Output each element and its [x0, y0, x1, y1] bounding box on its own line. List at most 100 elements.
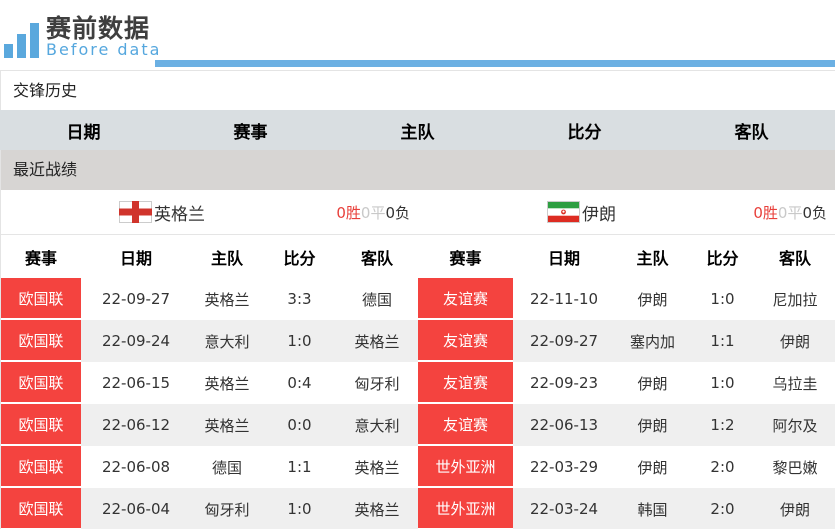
h2h-col-home: 主队 — [400, 122, 435, 143]
away-team: 伊朗 — [779, 500, 810, 519]
competition-badge: 欧国联 — [1, 278, 81, 320]
h2h-col-date: 日期 — [66, 122, 101, 143]
score: 2:0 — [710, 458, 735, 476]
match-date: 22-11-10 — [529, 290, 599, 308]
away-team: 英格兰 — [354, 500, 400, 519]
match-row: 世外亚洲 22-03-29 伊朗 2:0 黎巴嫩 — [418, 446, 835, 488]
col-home: 主队 — [210, 248, 243, 268]
score: 1:1 — [710, 332, 735, 350]
home-team: 德国 — [211, 458, 242, 477]
match-date: 22-09-23 — [529, 374, 599, 392]
h2h-table-header: 日期 赛事 主队 比分 客队 — [0, 110, 835, 150]
competition-badge: 欧国联 — [1, 404, 81, 446]
iran-flag-icon — [547, 201, 580, 223]
competition-badge: 友谊赛 — [418, 278, 513, 320]
match-row: 欧国联 22-06-04 匈牙利 1:0 英格兰 — [1, 488, 418, 529]
away-team: 乌拉圭 — [772, 374, 818, 393]
competition-badge: 友谊赛 — [418, 362, 513, 404]
col-competition: 赛事 — [449, 248, 482, 268]
score: 1:1 — [287, 458, 312, 476]
match-row: 欧国联 22-06-08 德国 1:1 英格兰 — [1, 446, 418, 488]
home-team: 英格兰 — [204, 374, 250, 393]
match-date: 22-06-13 — [529, 416, 599, 434]
score: 0:4 — [287, 374, 312, 392]
away-team: 阿尔及 — [772, 416, 818, 435]
england-flag-icon — [119, 201, 152, 223]
col-home: 主队 — [636, 248, 669, 268]
match-row: 友谊赛 22-09-23 伊朗 1:0 乌拉圭 — [418, 362, 835, 404]
away-team: 尼加拉 — [772, 290, 818, 309]
iran-wins: 0胜 — [753, 203, 778, 222]
col-away: 客队 — [360, 248, 393, 268]
score: 1:2 — [710, 416, 735, 434]
accent-divider — [155, 60, 835, 67]
iran-table-header: 赛事 日期 主队 比分 客队 — [418, 235, 835, 278]
match-date: 22-03-24 — [529, 500, 599, 518]
match-row: 欧国联 22-06-15 英格兰 0:4 匈牙利 — [1, 362, 418, 404]
match-row: 欧国联 22-06-12 英格兰 0:0 意大利 — [1, 404, 418, 446]
match-date: 22-09-27 — [529, 332, 599, 350]
recent-section-title: 最近战绩 — [0, 150, 835, 190]
competition-badge: 世外亚洲 — [418, 488, 513, 529]
competition-badge: 欧国联 — [1, 320, 81, 362]
home-team: 塞内加 — [629, 332, 675, 351]
match-date: 22-06-04 — [101, 500, 171, 518]
away-team: 匈牙利 — [354, 374, 400, 393]
match-date: 22-09-27 — [101, 290, 171, 308]
match-row: 友谊赛 22-09-27 塞内加 1:1 伊朗 — [418, 320, 835, 362]
h2h-col-score: 比分 — [567, 122, 602, 143]
match-row: 友谊赛 22-11-10 伊朗 1:0 尼加拉 — [418, 278, 835, 320]
away-team: 黎巴嫩 — [772, 458, 818, 477]
home-team: 伊朗 — [637, 374, 668, 393]
col-away: 客队 — [778, 248, 811, 268]
match-date: 22-06-12 — [101, 416, 171, 434]
away-team: 英格兰 — [354, 332, 400, 351]
col-score: 比分 — [706, 248, 739, 268]
home-team: 伊朗 — [637, 458, 668, 477]
recent-results-tables: 英格兰 0胜0平0负 赛事 日期 主队 比分 客队 欧国联 22-09-27 英… — [0, 190, 835, 529]
iran-record: 0胜0平0负 — [753, 202, 827, 223]
iran-team-header: 伊朗 0胜0平0负 — [418, 190, 835, 235]
match-date: 22-09-24 — [101, 332, 171, 350]
iran-losses: 0负 — [802, 203, 827, 222]
competition-badge: 欧国联 — [1, 362, 81, 404]
match-row: 欧国联 22-09-27 英格兰 3:3 德国 — [1, 278, 418, 320]
england-table: 英格兰 0胜0平0负 赛事 日期 主队 比分 客队 欧国联 22-09-27 英… — [1, 190, 418, 529]
site-logo: 赛前数据 Before data — [4, 8, 161, 58]
match-date: 22-03-29 — [529, 458, 599, 476]
match-date: 22-06-15 — [101, 374, 171, 392]
england-team-header: 英格兰 0胜0平0负 — [1, 190, 418, 235]
competition-badge: 友谊赛 — [418, 320, 513, 362]
home-team: 伊朗 — [637, 290, 668, 309]
bar-chart-icon — [4, 8, 43, 58]
logo-subtitle: Before data — [46, 40, 162, 59]
h2h-col-away: 客队 — [734, 122, 769, 143]
home-team: 英格兰 — [204, 290, 250, 309]
competition-badge: 世外亚洲 — [418, 446, 513, 488]
home-team: 匈牙利 — [204, 500, 250, 519]
score: 1:0 — [287, 500, 312, 518]
page-header: 赛前数据 Before data — [0, 0, 835, 70]
score: 1:0 — [287, 332, 312, 350]
competition-badge: 欧国联 — [1, 446, 81, 488]
away-team: 英格兰 — [354, 458, 400, 477]
england-team-name: 英格兰 — [154, 204, 205, 225]
match-date: 22-06-08 — [101, 458, 171, 476]
home-team: 伊朗 — [637, 416, 668, 435]
h2h-col-competition: 赛事 — [233, 122, 268, 143]
away-team: 伊朗 — [779, 332, 810, 351]
col-date: 日期 — [119, 248, 152, 268]
away-team: 意大利 — [354, 416, 400, 435]
col-competition: 赛事 — [24, 248, 57, 268]
col-score: 比分 — [283, 248, 316, 268]
away-team: 德国 — [361, 290, 392, 309]
score: 1:0 — [710, 374, 735, 392]
h2h-section-title: 交锋历史 — [0, 70, 835, 110]
match-row: 欧国联 22-09-24 意大利 1:0 英格兰 — [1, 320, 418, 362]
iran-draws: 0平 — [777, 203, 803, 222]
competition-badge: 欧国联 — [1, 488, 81, 529]
score: 0:0 — [287, 416, 312, 434]
home-team: 英格兰 — [204, 416, 250, 435]
england-table-header: 赛事 日期 主队 比分 客队 — [1, 235, 418, 278]
england-losses: 0负 — [385, 203, 410, 222]
